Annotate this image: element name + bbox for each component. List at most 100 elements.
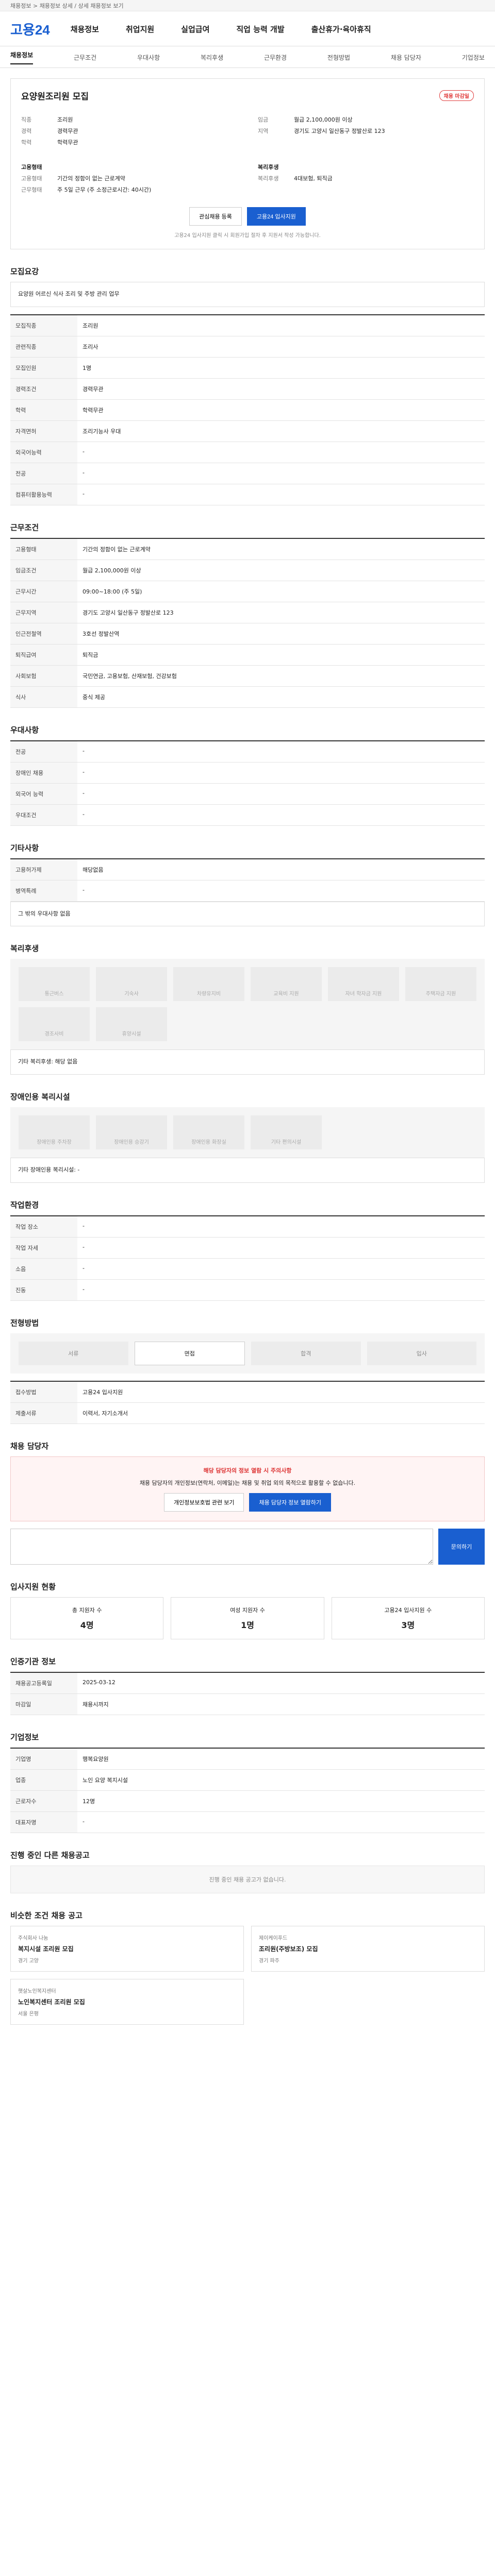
similar-card[interactable]: 햇살노인복지센터 노인복지센터 조리원 모집 서울 은평 <box>10 1978 244 2025</box>
stats-row: 총 지원자 수 4명 여성 지원자 수 1명 고용24 입사지원 수 3명 <box>10 1597 485 1639</box>
row-value: - <box>77 1811 485 1833</box>
privacy-law-button[interactable]: 개인정보보호법 관련 보기 <box>164 1493 244 1512</box>
tab-contact[interactable]: 채용 담당자 <box>391 53 421 62</box>
row-value: 기간의 정함이 없는 근로계약 <box>77 538 485 560</box>
nav-item-leave[interactable]: 출산휴가·육아휴직 <box>311 24 371 35</box>
facility-item: 주택자금 지원 <box>405 967 476 1002</box>
table-row: 경력조건 경력무관 <box>10 378 485 400</box>
recruit-table: 모집직종 조리원 관련직종 조리사 모집인원 1명 경력조건 경력무관 학력 학력무관 자격면허 조리… <box>10 315 485 505</box>
table-row: 모집인원 1명 <box>10 357 485 379</box>
field-value: 기간의 정함이 없는 근로계약 <box>57 175 125 182</box>
table-row: 전공 - <box>10 463 485 484</box>
field-label: 직종 <box>21 116 32 123</box>
row-value: 3호선 정발산역 <box>77 623 485 645</box>
tab-process[interactable]: 전형방법 <box>327 53 350 62</box>
table-row: 근무지역 경기도 고양시 일산동구 정발산로 123 <box>10 602 485 623</box>
row-label: 사회보험 <box>10 665 77 687</box>
row-value: - <box>77 484 485 505</box>
job-description: 요양원 어르신 식사 조리 및 주방 관리 업무 <box>10 282 485 307</box>
work-env-table: 작업 장소 - 작업 자세 - 소음 - 진동 - <box>10 1216 485 1301</box>
facility-item: 통근버스 <box>19 967 90 1002</box>
nav-item-training[interactable]: 직업 능력 개발 <box>236 24 284 35</box>
row-label: 근무시간 <box>10 581 77 602</box>
row-value: - <box>77 1279 485 1301</box>
recruit-heading: 모집요강 <box>10 267 39 276</box>
facility-text: 기타 장애인용 복리시설: - <box>10 1158 485 1183</box>
apply-button[interactable]: 고용24 입사지원 <box>246 207 306 226</box>
table-row: 전공 - <box>10 741 485 762</box>
tab-welfare[interactable]: 복리후생 <box>201 53 223 62</box>
table-row: 장애인 채용 - <box>10 762 485 784</box>
inquiry-button[interactable]: 문의하기 <box>438 1528 485 1565</box>
row-value: 조리사 <box>77 336 485 358</box>
scrap-button[interactable]: 관심채용 등록 <box>189 207 242 226</box>
logo[interactable]: 고용24 <box>10 20 50 39</box>
row-label: 외국어 능력 <box>10 783 77 805</box>
tab-conditions[interactable]: 근무조건 <box>74 53 96 62</box>
table-row: 사회보험 국민연금, 고용보험, 산재보험, 건강보험 <box>10 665 485 687</box>
facility-item: 자녀 학자금 지원 <box>328 967 399 1002</box>
row-value: 고용24 입사지원 <box>77 1381 485 1403</box>
nav-item-benefit[interactable]: 실업급여 <box>181 24 209 35</box>
nav-item-support[interactable]: 취업지원 <box>126 24 154 35</box>
field-value: 4대보험, 퇴직금 <box>294 175 333 182</box>
field-value: 경기도 고양시 일산동구 정발산로 123 <box>294 128 385 134</box>
tab-company[interactable]: 기업정보 <box>462 53 485 62</box>
tab-environment[interactable]: 근무환경 <box>264 53 287 62</box>
row-label: 근무지역 <box>10 602 77 623</box>
tab-recruit[interactable]: 채용정보 <box>10 50 34 64</box>
etc-table: 고용허가제 해당없음 병역특례 - <box>10 859 485 902</box>
row-label: 경력조건 <box>10 378 77 400</box>
table-row: 고용허가제 해당없음 <box>10 859 485 880</box>
table-row: 컴퓨터활용능력 - <box>10 484 485 505</box>
field-value: 경력무관 <box>57 128 78 134</box>
etc-heading: 기타사항 <box>10 843 39 853</box>
similar-card[interactable]: 주식회사 나눔 복지시설 조리원 모집 경기 고양 <box>10 1925 244 1972</box>
summary-field: 근무형태 주 5일 근무 (주 소정근로시간: 40시간) <box>21 185 237 194</box>
row-value: 행복요양원 <box>77 1748 485 1770</box>
similar-card[interactable]: 제이케이푸드 조리원(주방보조) 모집 경기 파주 <box>251 1925 485 1972</box>
stat-total: 총 지원자 수 4명 <box>10 1597 164 1639</box>
row-label: 소음 <box>10 1258 77 1280</box>
table-row: 소음 - <box>10 1258 485 1280</box>
apply-note: 고용24 입사지원 클릭 시 회원가입 절차 후 지원서 작성 가능합니다. <box>174 233 321 239</box>
row-label: 작업 장소 <box>10 1216 77 1238</box>
step-docs: 서류 <box>19 1341 128 1365</box>
summary-field: 학력 학력무관 <box>21 138 237 146</box>
section-tabs: 채용정보 근무조건 우대사항 복리후생 근무환경 전형방법 채용 담당자 기업정… <box>0 46 495 68</box>
row-value: 09:00~18:00 (주 5일) <box>77 581 485 602</box>
row-label: 식사 <box>10 686 77 708</box>
table-row: 모집직종 조리원 <box>10 315 485 336</box>
similar-jobs: 주식회사 나눔 복지시설 조리원 모집 경기 고양 제이케이푸드 조리원(주방보조) … <box>10 1925 485 2025</box>
table-row: 외국어 능력 - <box>10 783 485 805</box>
conditions-table: 고용형태 기간의 정함이 없는 근로계약 임금조건 월급 2,100,000원 이상 근… <box>10 538 485 708</box>
view-contact-button[interactable]: 채용 담당자 정보 열람하기 <box>249 1493 331 1512</box>
deadline-badge: 채용 마감일 <box>439 90 474 101</box>
table-row: 접수방법 고용24 입사지원 <box>10 1381 485 1403</box>
step-join: 입사 <box>367 1341 476 1365</box>
contact-text: 채용 담당자의 개인정보(연락처, 이메일)는 채용 및 취업 외의 목적으로 … <box>139 1479 356 1486</box>
table-row: 작업 자세 - <box>10 1237 485 1259</box>
field-label: 근무형태 <box>21 187 42 193</box>
facility-item: 경조사비 <box>19 1007 90 1042</box>
nav-item-jobs[interactable]: 채용정보 <box>71 24 99 35</box>
row-label: 우대조건 <box>10 804 77 826</box>
row-label: 임금조건 <box>10 560 77 581</box>
field-value: 학력무관 <box>57 139 78 146</box>
row-value: - <box>77 1237 485 1259</box>
table-row: 학력 학력무관 <box>10 399 485 421</box>
facility-item: 장애인용 화장실 <box>173 1115 244 1150</box>
summary-field: 직종 조리원 <box>21 115 237 124</box>
tab-preference[interactable]: 우대사항 <box>137 53 160 62</box>
row-label: 채용공고등록일 <box>10 1672 77 1694</box>
field-label: 학력 <box>21 139 32 146</box>
row-value: 2025-03-12 <box>77 1672 485 1694</box>
table-row: 대표자명 - <box>10 1811 485 1833</box>
row-label: 전공 <box>10 463 77 484</box>
row-value: 노인 요양 복지시설 <box>77 1769 485 1791</box>
summary-right-2: 복리후생 복리후생 4대보험, 퇴직금 <box>258 163 474 197</box>
row-label: 병역특례 <box>10 880 77 902</box>
inquiry-input[interactable] <box>10 1528 433 1565</box>
row-label: 모집인원 <box>10 357 77 379</box>
table-row: 진동 - <box>10 1279 485 1301</box>
